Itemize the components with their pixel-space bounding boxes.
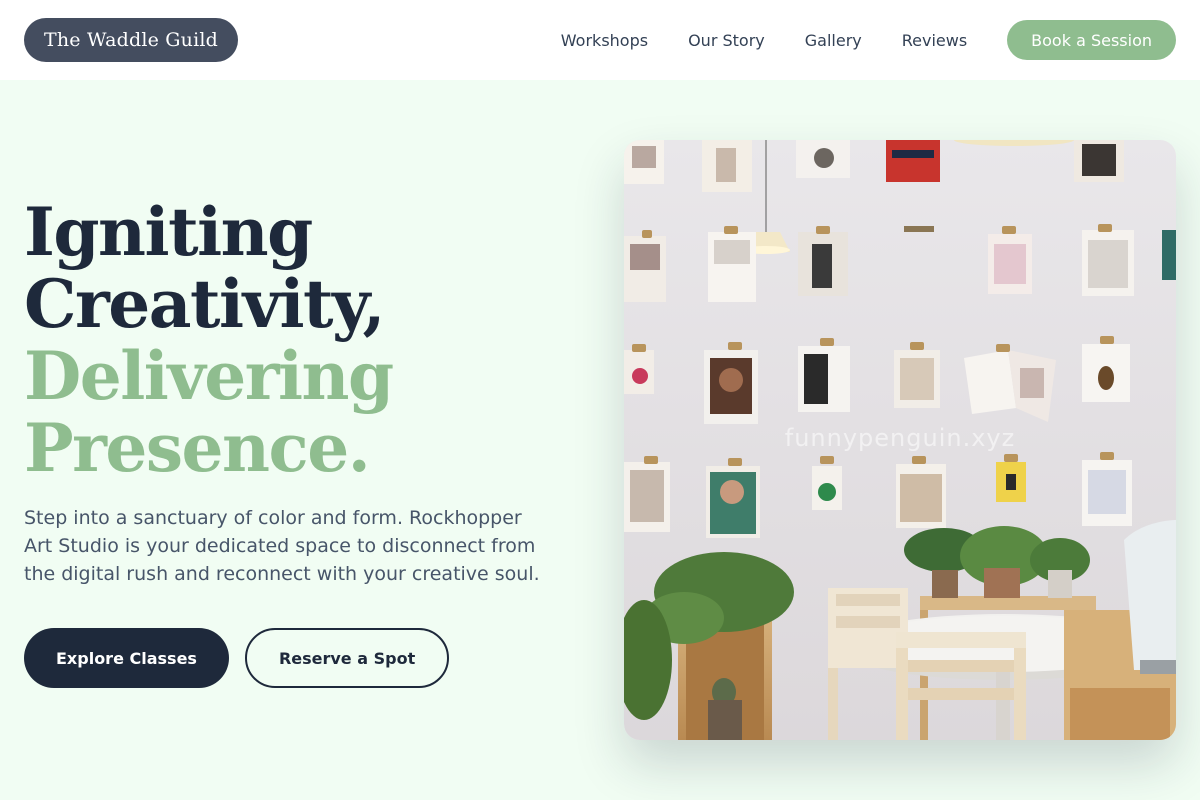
nav-link-gallery[interactable]: Gallery: [805, 31, 862, 50]
nav-link-reviews[interactable]: Reviews: [902, 31, 967, 50]
nav-link-our-story[interactable]: Our Story: [688, 31, 765, 50]
hero-heading-block: Igniting Creativity, Delivering Presence…: [24, 196, 564, 484]
photo-watermark: funnypenguin.xyz: [784, 424, 1016, 452]
nav-link-workshops[interactable]: Workshops: [561, 31, 648, 50]
headline-line-1: Igniting: [24, 193, 313, 271]
hero-photo: funnypenguin.xyz: [624, 140, 1176, 740]
site-header: The Waddle Guild Workshops Our Story Gal…: [0, 0, 1200, 80]
hero-lead-text: Step into a sanctuary of color and form.…: [24, 507, 540, 585]
logo[interactable]: The Waddle Guild: [24, 18, 239, 62]
hero-headline: Igniting Creativity, Delivering Presence…: [24, 196, 564, 484]
book-session-button[interactable]: Book a Session: [1007, 20, 1176, 60]
headline-line-4: Presence.: [24, 409, 371, 487]
main-nav: Workshops Our Story Gallery Reviews Book…: [561, 20, 1176, 60]
explore-classes-button[interactable]: Explore Classes: [24, 628, 229, 688]
headline-line-2: Creativity,: [24, 265, 386, 343]
headline-line-3: Delivering: [24, 337, 394, 415]
hero-buttons: Explore Classes Reserve a Spot: [24, 628, 450, 688]
reserve-spot-button[interactable]: Reserve a Spot: [244, 628, 450, 688]
